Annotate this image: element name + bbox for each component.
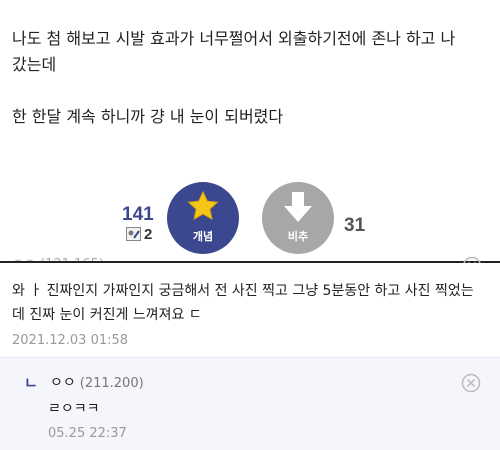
fixed-upvote-count: 2 [126, 226, 152, 243]
upvote-button[interactable]: 개념 [167, 182, 239, 254]
upvote-label: 개념 [192, 230, 214, 243]
star-icon [187, 190, 219, 220]
vote-area: 141 2 개념 비추 31 [0, 182, 500, 256]
comment-item: 와 ㅏ 진짜인지 가짜인지 궁금해서 전 사진 찍고 그냥 5분동안 하고 사진… [0, 263, 500, 357]
downvote-button[interactable]: 비추 [262, 182, 334, 254]
reply-nickname[interactable]: ㅇㅇ (211.200) [50, 372, 144, 392]
down-arrow-icon [284, 192, 312, 222]
fixed-user-icon [126, 227, 141, 241]
downvote-count: 31 [344, 215, 366, 236]
delete-reply-icon[interactable] [461, 373, 481, 393]
reply-date: 05.25 22:37 [48, 426, 127, 441]
fixed-upvote-value: 2 [144, 226, 153, 243]
downvote-label: 비추 [287, 230, 309, 243]
post-body: 나도 첨 해보고 시발 효과가 너무쩔어서 외출하기전에 존나 하고 나 갔는데… [12, 26, 492, 130]
upvote-count: 141 [122, 204, 154, 225]
reply-nick-text: ㅇㅇ [50, 375, 76, 391]
comment-text: 와 ㅏ 진짜인지 가짜인지 궁금해서 전 사진 찍고 그냥 5분동안 하고 사진… [12, 283, 474, 323]
reply-text: ㄹㅇㅋㅋ [48, 401, 100, 417]
comment-date: 2021.12.03 01:58 [12, 333, 129, 348]
reply-ip: (211.200) [79, 376, 144, 391]
reply-marker: ㄴ [24, 374, 38, 392]
post-line: 나도 첨 해보고 시발 효과가 너무쩔어서 외출하기전에 존나 하고 나 [12, 29, 456, 48]
post-line: 한 한달 계속 하니까 걍 내 눈이 되버렸다 [12, 107, 284, 126]
reply-item: ㄴ ㅇㅇ (211.200) ㄹㅇㅋㅋ 05.25 22:37 [0, 357, 500, 450]
post-line: 갔는데 [12, 55, 57, 74]
